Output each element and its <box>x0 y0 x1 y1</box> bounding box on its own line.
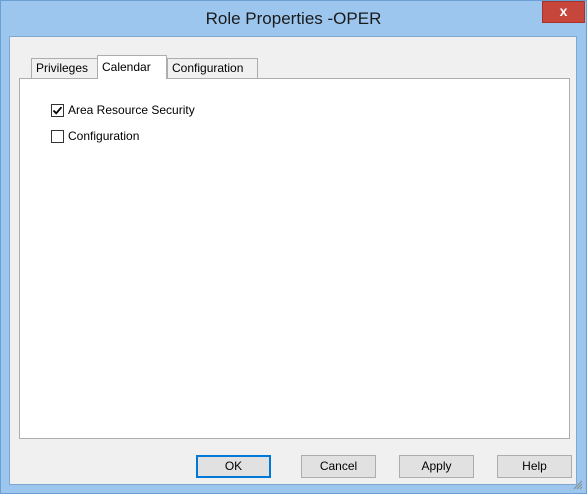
title-bar[interactable]: Role Properties -OPER x <box>1 1 586 37</box>
tab-calendar[interactable]: Calendar <box>97 55 167 79</box>
checkbox-box[interactable] <box>51 104 64 117</box>
tab-privileges[interactable]: Privileges <box>31 58 98 78</box>
checkmark-icon <box>52 106 63 115</box>
tab-configuration-label: Configuration <box>172 61 244 75</box>
checkbox-label: Configuration <box>68 129 140 143</box>
tab-panel-calendar: Area Resource Security Configuration <box>19 78 570 439</box>
close-button[interactable]: x <box>542 1 585 23</box>
help-button[interactable]: Help <box>497 455 572 478</box>
resize-grip-icon[interactable] <box>573 480 583 490</box>
ok-button[interactable]: OK <box>196 455 271 478</box>
tab-calendar-label: Calendar <box>102 60 151 74</box>
apply-button[interactable]: Apply <box>399 455 474 478</box>
tab-privileges-label: Privileges <box>36 61 89 75</box>
close-icon: x <box>559 3 568 19</box>
checkbox-label: Area Resource Security <box>68 103 195 117</box>
checkbox-box[interactable] <box>51 130 64 143</box>
window-title: Role Properties -OPER <box>205 9 382 28</box>
cancel-button[interactable]: Cancel <box>301 455 376 478</box>
tab-configuration[interactable]: Configuration <box>167 58 258 78</box>
